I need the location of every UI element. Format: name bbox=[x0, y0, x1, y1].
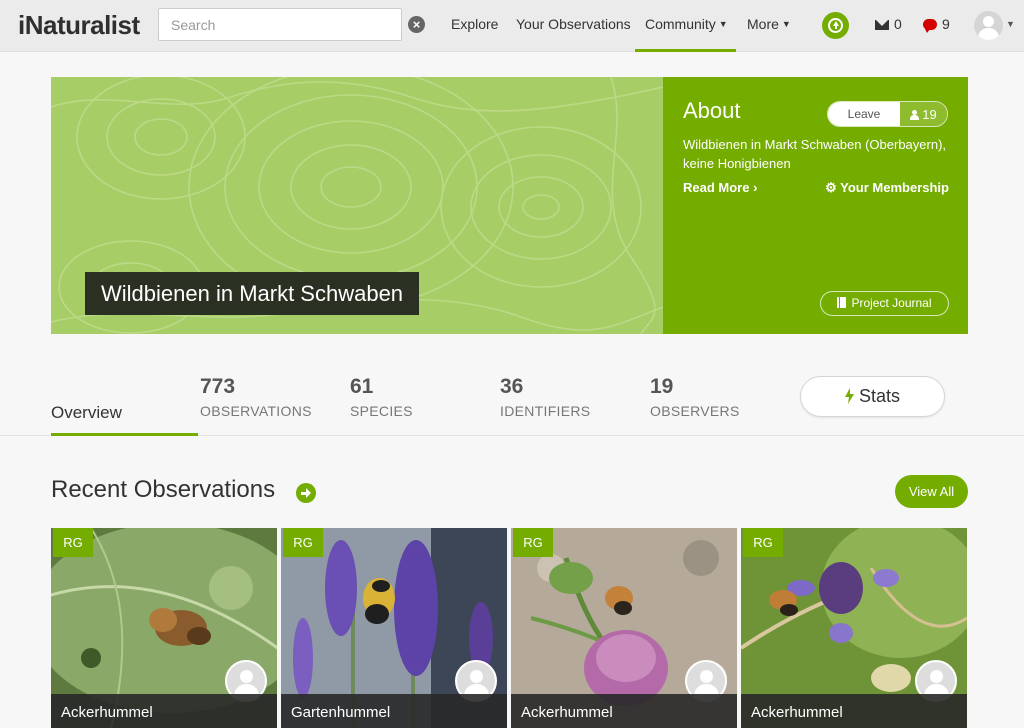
stat-identifiers[interactable]: 36 IDENTIFIERS bbox=[500, 375, 590, 419]
observation-card[interactable]: RG Gartenhummel bbox=[281, 528, 507, 728]
research-grade-badge: RG bbox=[743, 528, 783, 557]
nav-active-indicator bbox=[635, 49, 736, 52]
observation-name: Ackerhummel bbox=[51, 694, 277, 728]
identifiers-count: 36 bbox=[500, 375, 524, 398]
inaturalist-logo[interactable]: iNaturalist bbox=[18, 10, 140, 41]
observation-name: Gartenhummel bbox=[281, 694, 507, 728]
your-membership-label: Your Membership bbox=[840, 180, 949, 195]
nav-community[interactable]: Community ▼ bbox=[645, 16, 728, 32]
nav-more[interactable]: More ▼ bbox=[747, 16, 791, 32]
chat-bubble-icon bbox=[923, 19, 937, 33]
nav-explore[interactable]: Explore bbox=[451, 16, 498, 32]
project-journal-label: Project Journal bbox=[851, 296, 932, 310]
notifications-count: 9 bbox=[942, 16, 950, 32]
stat-observers[interactable]: 19 OBSERVERS bbox=[650, 375, 740, 419]
members-count[interactable]: 19 bbox=[900, 102, 947, 126]
search-input[interactable] bbox=[158, 8, 402, 41]
top-navigation: iNaturalist × Explore Your Observations … bbox=[0, 0, 1024, 52]
search-clear-icon[interactable]: × bbox=[408, 16, 425, 33]
project-journal-button[interactable]: Project Journal bbox=[820, 291, 949, 316]
research-grade-badge: RG bbox=[283, 528, 323, 557]
chevron-down-icon: ▼ bbox=[718, 19, 728, 29]
read-more-label: Read More bbox=[683, 180, 750, 195]
upload-button[interactable] bbox=[822, 12, 849, 39]
messages-count: 0 bbox=[894, 16, 902, 32]
observations-label: OBSERVATIONS bbox=[200, 403, 312, 419]
stats-button[interactable]: Stats bbox=[800, 376, 945, 417]
project-description: Wildbienen in Markt Schwaben (Oberbayern… bbox=[683, 137, 947, 171]
stats-button-label: Stats bbox=[858, 386, 901, 406]
chevron-right-icon: › bbox=[753, 180, 758, 195]
nav-your-observations[interactable]: Your Observations bbox=[516, 16, 631, 32]
observers-count: 19 bbox=[650, 375, 674, 398]
nav-community-label: Community bbox=[645, 16, 716, 32]
species-count: 61 bbox=[350, 375, 374, 398]
project-title: Wildbienen in Markt Schwaben bbox=[85, 272, 420, 315]
envelope-icon bbox=[875, 20, 889, 30]
stats-row: Overview 773 OBSERVATIONS 61 SPECIES 36 … bbox=[0, 352, 1024, 436]
read-more-link[interactable]: Read More › bbox=[683, 180, 757, 195]
leave-button[interactable]: Leave bbox=[828, 102, 900, 126]
your-membership-link[interactable]: ⚙ Your Membership bbox=[825, 180, 949, 196]
stat-species[interactable]: 61 SPECIES bbox=[350, 375, 413, 419]
observation-name: Ackerhummel bbox=[741, 694, 967, 728]
identifiers-label: IDENTIFIERS bbox=[500, 403, 591, 419]
messages-button[interactable]: 0 bbox=[875, 16, 902, 32]
view-all-button[interactable]: View All bbox=[895, 475, 968, 508]
gear-icon: ⚙ bbox=[825, 180, 837, 195]
upload-icon bbox=[828, 18, 843, 33]
notifications-button[interactable]: 9 bbox=[923, 16, 950, 33]
species-label: SPECIES bbox=[350, 403, 413, 419]
book-icon bbox=[837, 297, 847, 308]
arrow-right-icon[interactable] bbox=[296, 483, 316, 503]
recent-observations-title: Recent Observations bbox=[51, 476, 276, 503]
observation-card[interactable]: RG Ackerhummel bbox=[51, 528, 277, 728]
person-icon bbox=[910, 110, 920, 120]
tab-overview[interactable]: Overview bbox=[51, 403, 122, 423]
research-grade-badge: RG bbox=[53, 528, 93, 557]
bolt-icon bbox=[844, 388, 854, 404]
observation-name: Ackerhummel bbox=[511, 694, 737, 728]
research-grade-badge: RG bbox=[513, 528, 553, 557]
user-avatar-icon[interactable] bbox=[974, 11, 1003, 40]
about-heading: About bbox=[683, 98, 741, 123]
chevron-down-icon: ▼ bbox=[781, 19, 791, 29]
about-panel: About Leave 19 Wildbienen in Markt Schwa… bbox=[663, 77, 968, 334]
nav-more-label: More bbox=[747, 16, 779, 32]
chevron-down-icon[interactable]: ▼ bbox=[1006, 19, 1015, 29]
members-count-value: 19 bbox=[922, 107, 937, 122]
observation-card[interactable]: RG Ackerhummel bbox=[511, 528, 737, 728]
observers-label: OBSERVERS bbox=[650, 403, 740, 419]
stat-observations[interactable]: 773 OBSERVATIONS bbox=[200, 375, 312, 419]
membership-pill: Leave 19 bbox=[827, 101, 948, 127]
observations-count: 773 bbox=[200, 375, 236, 398]
active-tab-indicator bbox=[51, 433, 198, 436]
observation-card[interactable]: RG Ackerhummel bbox=[741, 528, 967, 728]
